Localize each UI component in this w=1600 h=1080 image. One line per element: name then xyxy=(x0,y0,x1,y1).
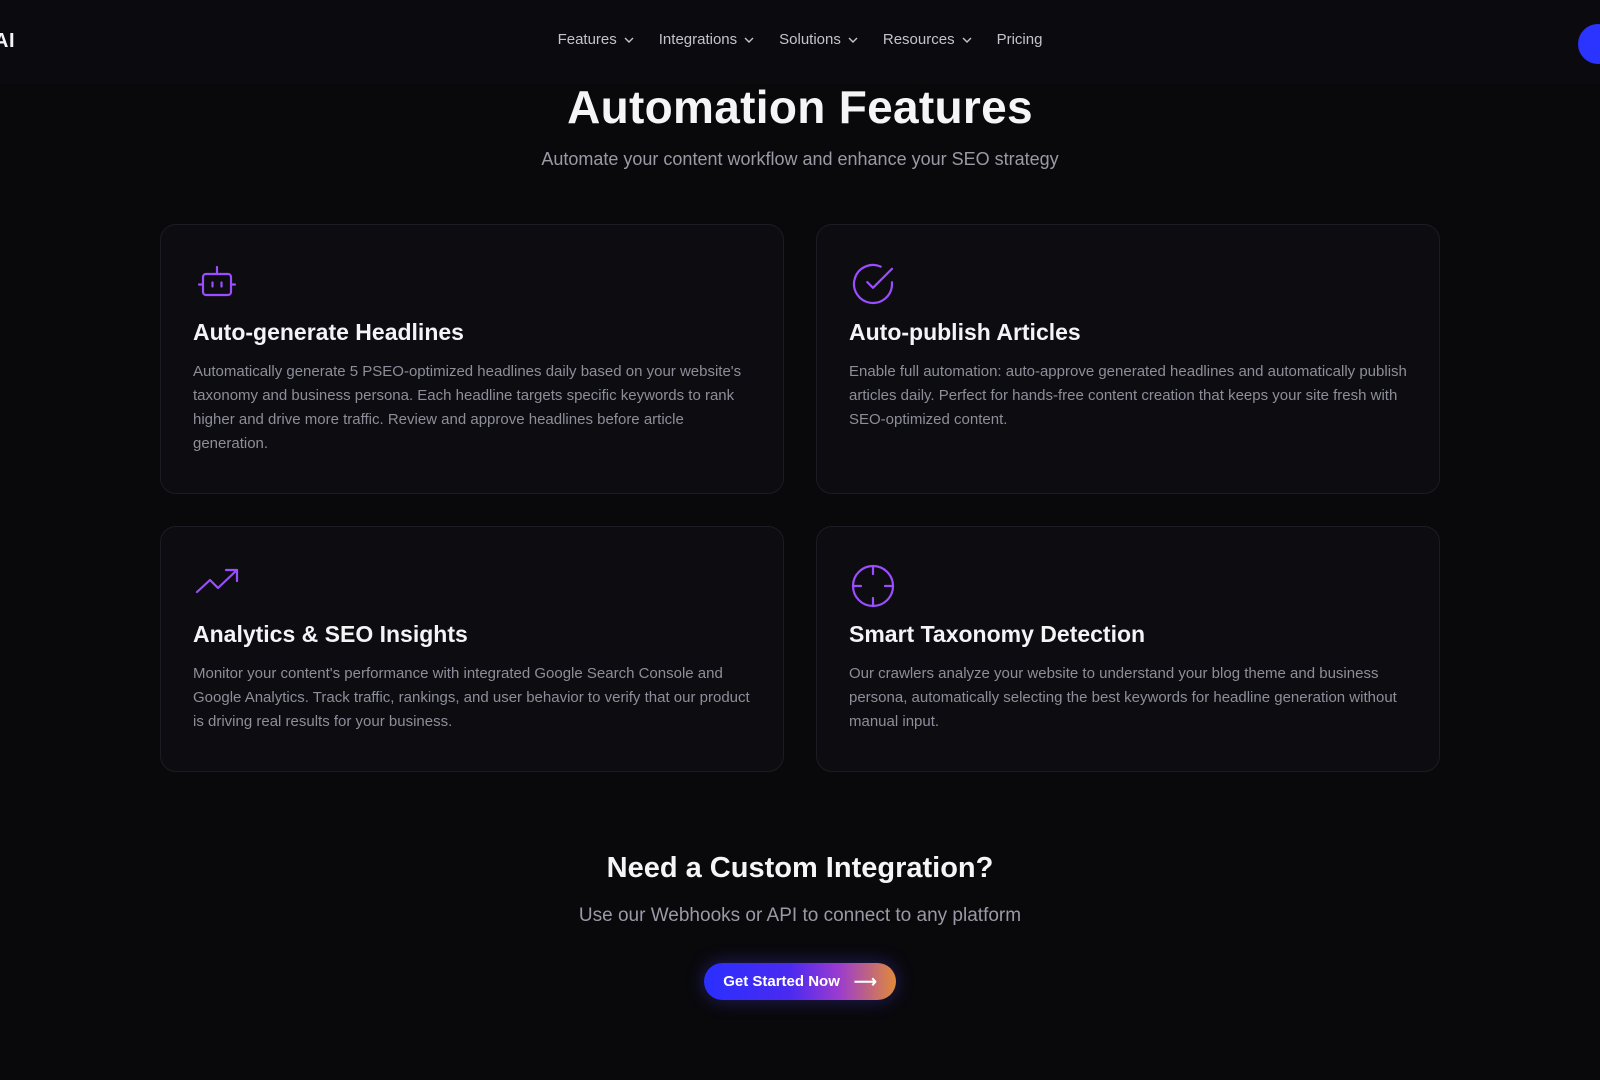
get-started-label: Get Started Now xyxy=(723,973,840,990)
check-circle-icon xyxy=(852,263,894,305)
chevron-down-icon xyxy=(624,37,634,43)
feature-description: Monitor your content's performance with … xyxy=(193,665,750,730)
top-nav: AI Features Integrations Solutions Resou… xyxy=(0,0,1600,84)
get-started-button[interactable]: Get Started Now ⟶ xyxy=(704,963,896,1000)
crosshair-icon xyxy=(851,564,895,608)
feature-title: Auto-publish Articles xyxy=(849,319,1081,345)
nav-item-resources[interactable]: Resources xyxy=(883,31,973,48)
nav-item-label: Pricing xyxy=(996,31,1043,48)
nav-item-features[interactable]: Features xyxy=(558,31,635,48)
feature-title: Analytics & SEO Insights xyxy=(193,621,468,647)
feature-title: Smart Taxonomy Detection xyxy=(849,621,1146,647)
section-subtitle: Automate your content workflow and enhan… xyxy=(541,149,1059,169)
chevron-down-icon xyxy=(744,37,754,43)
nav-cta-circle[interactable] xyxy=(1578,24,1600,64)
chevron-down-icon xyxy=(848,37,858,43)
nav-links: Features Integrations Solutions Resource… xyxy=(0,31,1600,48)
feature-title: Auto-generate Headlines xyxy=(193,319,464,345)
nav-item-label: Solutions xyxy=(779,31,841,48)
nav-item-solutions[interactable]: Solutions xyxy=(779,31,859,48)
cta-subtitle: Use our Webhooks or API to connect to an… xyxy=(578,905,1022,926)
page: AI Features Integrations Solutions Resou… xyxy=(0,0,1600,1080)
feature-card-auto-generate-headlines: Auto-generate Headlines Automatically ge… xyxy=(160,224,784,494)
arrow-right-icon: ⟶ xyxy=(853,973,877,991)
robot-icon xyxy=(197,265,237,297)
chevron-down-icon xyxy=(962,37,972,43)
nav-item-label: Resources xyxy=(882,31,955,48)
trending-up-icon xyxy=(195,568,239,594)
nav-item-integrations[interactable]: Integrations xyxy=(659,31,755,48)
nav-item-pricing[interactable]: Pricing xyxy=(997,31,1043,48)
feature-description: Enable full automation: auto-approve gen… xyxy=(849,363,1407,428)
nav-item-label: Integrations xyxy=(658,31,738,48)
feature-description: Automatically generate 5 PSEO-optimized … xyxy=(193,363,742,452)
nav-item-label: Features xyxy=(557,31,617,48)
feature-description: Our crawlers analyze your website to und… xyxy=(849,665,1397,730)
feature-card-smart-taxonomy-detection: Smart Taxonomy Detection Our crawlers an… xyxy=(816,526,1440,772)
feature-card-auto-publish-articles: Auto-publish Articles Enable full automa… xyxy=(816,224,1440,494)
section-title: Automation Features xyxy=(567,81,1033,133)
cta-title: Need a Custom Integration? xyxy=(606,852,994,884)
feature-card-analytics-seo-insights: Analytics & SEO Insights Monitor your co… xyxy=(160,526,784,772)
